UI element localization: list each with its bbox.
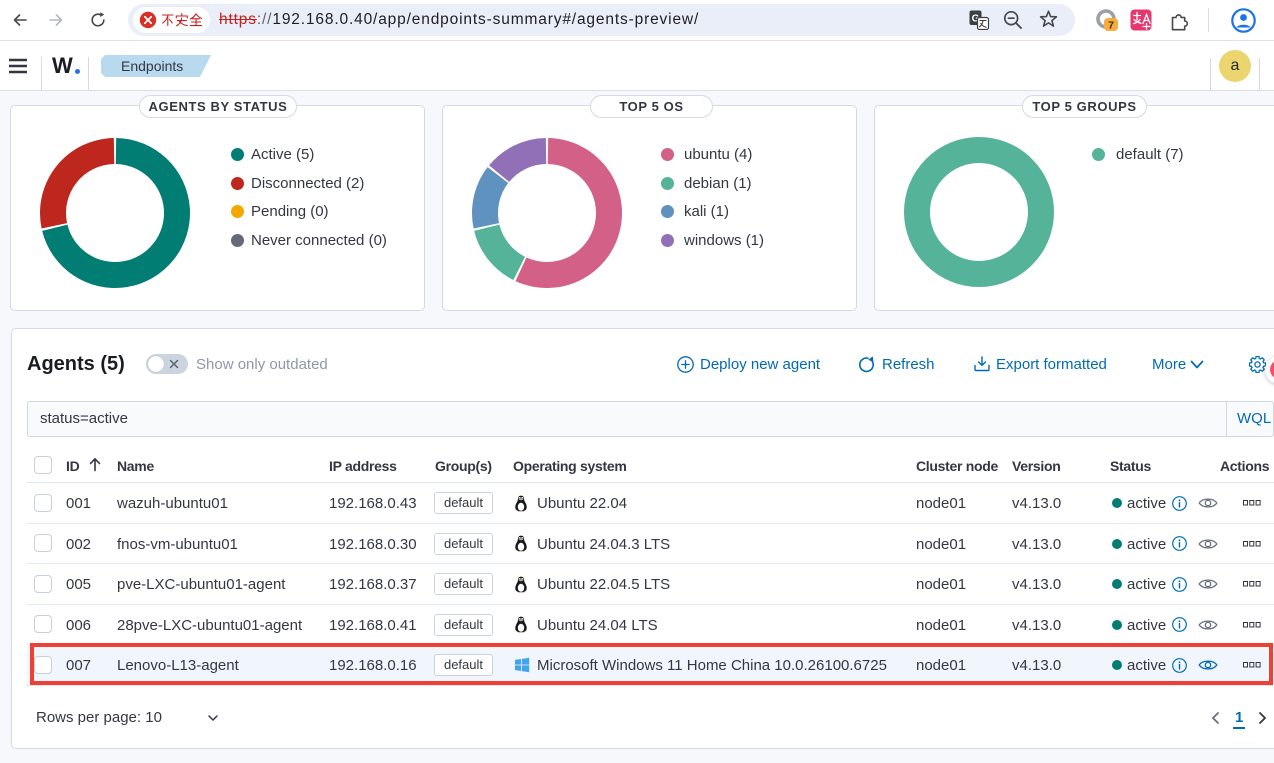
svg-text:7: 7	[1108, 20, 1114, 32]
